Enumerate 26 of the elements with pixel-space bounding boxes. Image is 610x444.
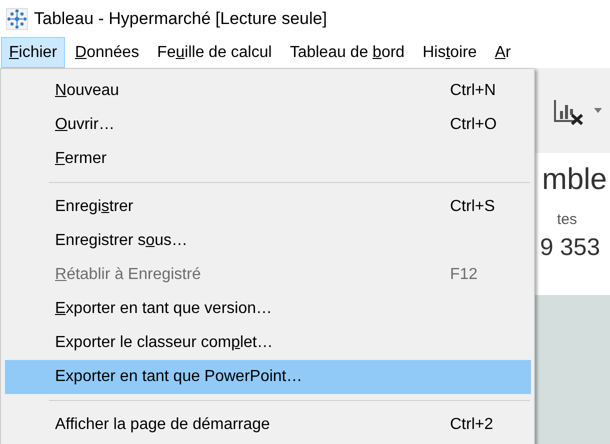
- menu-item[interactable]: Afficher la page de démarrage Ctrl+2: [5, 408, 531, 442]
- app-logo-icon: [6, 8, 28, 30]
- window-title: Tableau - Hypermarché [Lecture seule]: [34, 8, 327, 28]
- shortcut-text: Ctrl+S: [450, 198, 496, 216]
- menu-item[interactable]: Enregistrer Ctrl+S: [5, 190, 531, 224]
- shortcut-text: Ctrl+2: [450, 416, 494, 434]
- shortcut-text: F12: [450, 266, 479, 284]
- menu-item[interactable]: Nouveau Ctrl+N: [5, 74, 531, 108]
- menu-title[interactable]: Ar: [486, 37, 519, 68]
- kpi-caption: tes: [557, 211, 578, 228]
- kpi-value: 9 353: [540, 234, 602, 262]
- menu-title[interactable]: Données: [67, 37, 148, 68]
- menu-item[interactable]: Exporter en tant que PowerPoint…: [5, 360, 531, 394]
- menu-item[interactable]: Enregistrer sous…: [5, 224, 531, 258]
- menu-item[interactable]: Ouvrir… Ctrl+O: [5, 108, 531, 142]
- sheet-heading: mble: [542, 163, 607, 197]
- menu-item[interactable]: Exporter le classeur complet…: [5, 326, 531, 360]
- shortcut-text: Ctrl+O: [450, 116, 498, 134]
- menu-title[interactable]: Tableau de bord: [282, 37, 413, 68]
- menu-item[interactable]: Fermer: [5, 142, 531, 176]
- caret-icon[interactable]: [594, 108, 602, 113]
- menu-title[interactable]: Feuille de calcul: [149, 37, 280, 68]
- menu-title[interactable]: Fichier: [1, 37, 66, 68]
- menu-item[interactable]: Exporter en tant que version…: [5, 292, 531, 326]
- shortcut-text: Ctrl+N: [450, 82, 497, 100]
- menu-title[interactable]: Histoire: [414, 37, 485, 68]
